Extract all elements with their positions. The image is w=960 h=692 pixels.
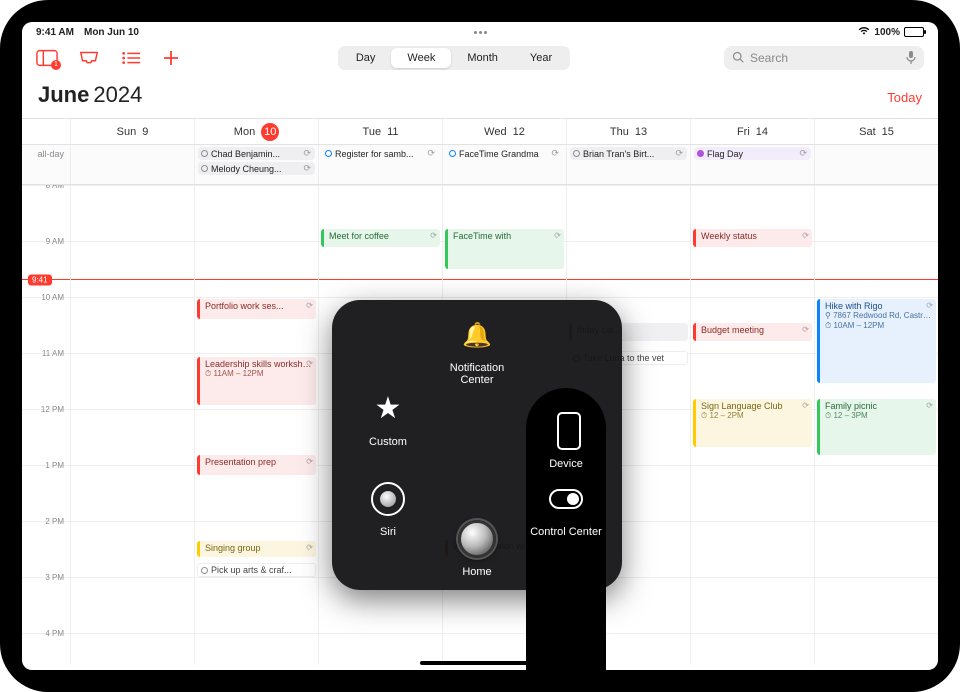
day-header-tue[interactable]: Tue11 bbox=[318, 119, 442, 144]
tab-month[interactable]: Month bbox=[451, 48, 514, 68]
day-column-sun[interactable] bbox=[70, 185, 194, 665]
event[interactable]: Family picnic⏱ 12 – 3PM⟳ bbox=[817, 399, 936, 455]
day-column-sat[interactable]: Hike with Rigo⚲ 7867 Redwood Rd, Castro … bbox=[814, 185, 938, 665]
bell-icon: 🔔 bbox=[456, 314, 498, 356]
add-icon[interactable] bbox=[162, 49, 184, 67]
day-header-fri[interactable]: Fri14 bbox=[690, 119, 814, 144]
at-custom[interactable]: ★ Custom bbox=[348, 388, 428, 448]
day-header-mon[interactable]: Mon10 bbox=[194, 119, 318, 144]
allday-cell[interactable] bbox=[814, 145, 938, 184]
wifi-icon bbox=[858, 26, 870, 39]
event[interactable]: Portfolio work ses...⟳ bbox=[197, 299, 316, 319]
event[interactable]: Sign Language Club⏱ 12 – 2PM⟳ bbox=[693, 399, 812, 447]
allday-event[interactable]: Register for samb...⟳ bbox=[322, 147, 439, 160]
day-column-fri[interactable]: Weekly status⟳ Budget meeting⟳ Sign Langua… bbox=[690, 185, 814, 665]
event-chip[interactable]: Pick up arts & craf... bbox=[197, 563, 316, 577]
event[interactable]: Leadership skills workshop⏱ 11AM – 12PM⟳ bbox=[197, 357, 316, 405]
allday-event[interactable]: Chad Benjamin...⟳ bbox=[198, 147, 315, 160]
home-icon bbox=[456, 518, 498, 560]
time-gutter: 8 AM9 AM10 AM11 AM12 PM1 PM2 PM3 PM4 PM bbox=[22, 185, 70, 665]
toggle-icon bbox=[545, 478, 587, 520]
day-header-wed[interactable]: Wed12 bbox=[442, 119, 566, 144]
calendar-badge: 1 bbox=[51, 60, 61, 70]
device-icon bbox=[548, 410, 590, 452]
year-label: 2024 bbox=[93, 82, 142, 108]
allday-label: all-day bbox=[22, 145, 70, 184]
allday-event[interactable]: Flag Day⟳ bbox=[694, 147, 811, 160]
day-header-thu[interactable]: Thu13 bbox=[566, 119, 690, 144]
toolbar: 1 Day Week Month Year bbox=[22, 40, 938, 76]
event[interactable]: FaceTime with⟳ bbox=[445, 229, 564, 269]
event[interactable]: Presentation prep⟳ bbox=[197, 455, 316, 475]
calendar-sidebar-icon[interactable]: 1 bbox=[36, 49, 58, 67]
allday-event[interactable]: Melody Cheung...⟳ bbox=[198, 162, 315, 175]
tab-week[interactable]: Week bbox=[391, 48, 451, 68]
allday-cell[interactable]: Flag Day⟳ bbox=[690, 145, 814, 184]
allday-row: all-day Chad Benjamin...⟳ Melody Cheung..… bbox=[22, 145, 938, 185]
event[interactable]: Meet for coffee⟳ bbox=[321, 229, 440, 247]
search-placeholder: Search bbox=[750, 51, 788, 65]
at-notification-center[interactable]: 🔔 Notification Center bbox=[437, 314, 517, 386]
day-column-mon[interactable]: Portfolio work ses...⟳ Leadership skills … bbox=[194, 185, 318, 665]
event[interactable]: Hike with Rigo⚲ 7867 Redwood Rd, Castro … bbox=[817, 299, 936, 383]
calendar-app-screen: 9:41 AM Mon Jun 10 100% 1 bbox=[22, 22, 938, 670]
list-icon[interactable] bbox=[120, 49, 142, 67]
battery-icon bbox=[904, 27, 924, 37]
day-header-sun[interactable]: Sun9 bbox=[70, 119, 194, 144]
home-indicator[interactable] bbox=[420, 661, 540, 665]
status-date: Mon Jun 10 bbox=[84, 27, 139, 38]
month-label: June bbox=[38, 82, 89, 108]
view-segmented-control: Day Week Month Year bbox=[338, 46, 570, 70]
event[interactable]: Budget meeting⟳ bbox=[693, 323, 812, 341]
allday-cell[interactable]: FaceTime Grandma⟳ bbox=[442, 145, 566, 184]
star-icon: ★ bbox=[367, 388, 409, 430]
at-control-center[interactable]: Control Center bbox=[526, 478, 606, 538]
status-bar: 9:41 AM Mon Jun 10 100% bbox=[22, 22, 938, 40]
multitask-dots[interactable] bbox=[460, 31, 500, 34]
siri-icon bbox=[367, 478, 409, 520]
search-input[interactable]: Search bbox=[724, 46, 924, 70]
day-header-sat[interactable]: Sat15 bbox=[814, 119, 938, 144]
inbox-icon[interactable] bbox=[78, 49, 100, 67]
allday-event[interactable]: Brian Tran's Birt...⟳ bbox=[570, 147, 687, 160]
mic-icon[interactable] bbox=[906, 50, 916, 67]
battery-percent: 100% bbox=[874, 27, 900, 38]
tab-day[interactable]: Day bbox=[340, 48, 392, 68]
event[interactable]: Weekly status⟳ bbox=[693, 229, 812, 247]
allday-cell[interactable]: Brian Tran's Birt...⟳ bbox=[566, 145, 690, 184]
at-siri[interactable]: Siri bbox=[348, 478, 428, 538]
allday-event[interactable]: FaceTime Grandma⟳ bbox=[446, 147, 563, 160]
tab-year[interactable]: Year bbox=[514, 48, 568, 68]
allday-cell[interactable] bbox=[70, 145, 194, 184]
assistivetouch-menu[interactable]: 🔔 Notification Center ★ Custom Device Si… bbox=[332, 300, 622, 590]
today-button[interactable]: Today bbox=[887, 90, 922, 105]
month-header: June 2024 Today bbox=[22, 76, 938, 118]
status-time: 9:41 AM bbox=[36, 27, 74, 38]
at-home[interactable]: Home bbox=[437, 518, 517, 578]
allday-cell[interactable]: Chad Benjamin...⟳ Melody Cheung...⟳ bbox=[194, 145, 318, 184]
allday-cell[interactable]: Register for samb...⟳ bbox=[318, 145, 442, 184]
now-time-badge: 9:41 bbox=[28, 275, 52, 286]
search-icon bbox=[732, 51, 744, 66]
event[interactable]: Singing group⟳ bbox=[197, 541, 316, 557]
